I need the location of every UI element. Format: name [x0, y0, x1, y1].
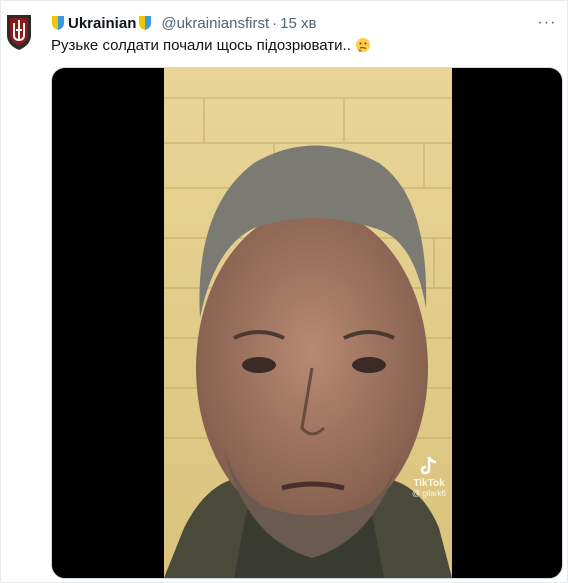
video-frame[interactable]: TikTok @ gilark6: [164, 68, 452, 578]
display-name[interactable]: Ukrainian: [68, 15, 136, 32]
tweet-card[interactable]: Ukrainian @ukrainiansfirst · 15 хв ··· Р…: [0, 0, 568, 583]
tweet-text-content: Рузьке солдати почали щось підозрювати..: [51, 37, 351, 54]
video-thumbnail: [164, 68, 452, 578]
more-options-button[interactable]: ···: [537, 13, 557, 33]
tiktok-watermark-brand: TikTok: [413, 478, 445, 489]
trident-shield-icon: [7, 15, 31, 50]
media-video[interactable]: TikTok @ gilark6: [51, 67, 563, 579]
shield-badge-icon: [138, 15, 152, 31]
tiktok-watermark: TikTok @ gilark6: [407, 456, 451, 498]
tweet-text: Рузьке солдати почали щось підозрювати..: [51, 37, 371, 54]
user-handle[interactable]: @ukrainiansfirst: [161, 15, 269, 32]
thinking-face-icon: [355, 37, 371, 53]
tiktok-watermark-user: @ gilark6: [412, 489, 446, 498]
avatar[interactable]: [5, 13, 33, 51]
shield-badge-icon: [51, 15, 65, 31]
timestamp[interactable]: 15 хв: [280, 15, 316, 32]
tweet-header: Ukrainian @ukrainiansfirst · 15 хв: [51, 13, 316, 33]
tiktok-logo-icon: [420, 456, 437, 475]
separator-dot: ·: [272, 14, 278, 32]
